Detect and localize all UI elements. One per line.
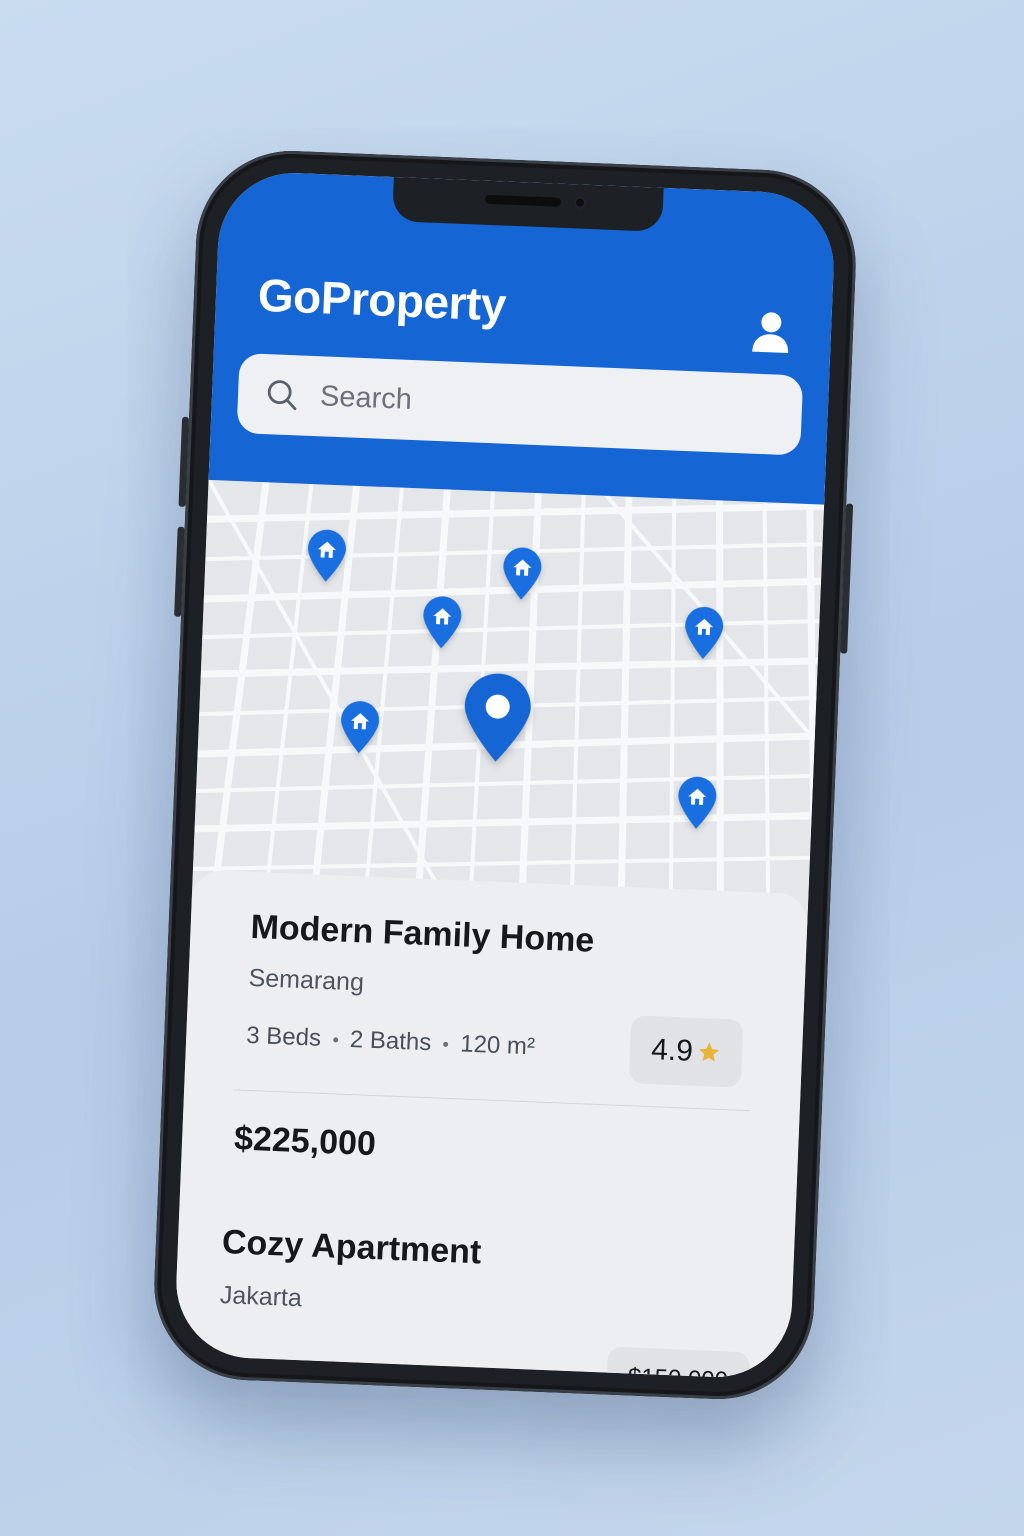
listing-location: Jakarta <box>219 1280 303 1313</box>
listing-price: $150,000 <box>627 1363 729 1380</box>
volume-down-button <box>174 526 185 617</box>
listing-area: 120 m² <box>459 1030 536 1061</box>
listing-title[interactable]: Modern Family Home <box>250 908 595 961</box>
listings-sheet[interactable]: Modern Family Home Semarang 3 Beds 2 Bat… <box>173 869 809 1380</box>
phone-frame: GoProperty Modern Family Home Semarang <box>150 147 860 1403</box>
listing-beds: 3 Beds <box>245 1021 322 1052</box>
listing-price: $225,000 <box>233 1119 377 1164</box>
divider <box>234 1089 750 1112</box>
user-icon[interactable] <box>750 310 792 356</box>
location-pin-icon[interactable] <box>459 670 535 765</box>
house-pin-icon[interactable] <box>675 775 719 831</box>
search-bar[interactable] <box>236 353 804 456</box>
star-icon <box>699 1042 719 1062</box>
house-pin-icon[interactable] <box>420 595 464 651</box>
separator-dot <box>443 1041 449 1047</box>
map-view[interactable] <box>191 459 825 925</box>
house-pin-icon[interactable] <box>338 699 382 755</box>
rating-badge: 4.9 <box>628 1015 744 1088</box>
listing-location: Semarang <box>248 963 365 997</box>
earpiece-speaker <box>484 194 562 207</box>
house-pin-icon[interactable] <box>305 528 349 584</box>
separator-dot <box>332 1036 339 1043</box>
volume-up-button <box>178 416 190 507</box>
rating-value: 4.9 <box>650 1033 694 1068</box>
front-camera <box>572 195 588 210</box>
price-badge: $150,000 <box>605 1346 751 1380</box>
app-title: GoProperty <box>257 268 507 331</box>
listing-baths: 2 Baths <box>349 1026 432 1057</box>
phone-screen: GoProperty Modern Family Home Semarang <box>173 170 837 1380</box>
listing-title[interactable]: Cozy Apartment <box>221 1223 482 1272</box>
search-icon <box>267 380 297 411</box>
listing-specs: 3 Beds 2 Baths 120 m² <box>246 1022 536 1062</box>
house-pin-icon[interactable] <box>682 605 726 661</box>
power-button <box>840 503 854 654</box>
search-input[interactable] <box>316 365 803 447</box>
stage: GoProperty Modern Family Home Semarang <box>0 0 1024 1536</box>
house-pin-icon[interactable] <box>500 546 544 602</box>
